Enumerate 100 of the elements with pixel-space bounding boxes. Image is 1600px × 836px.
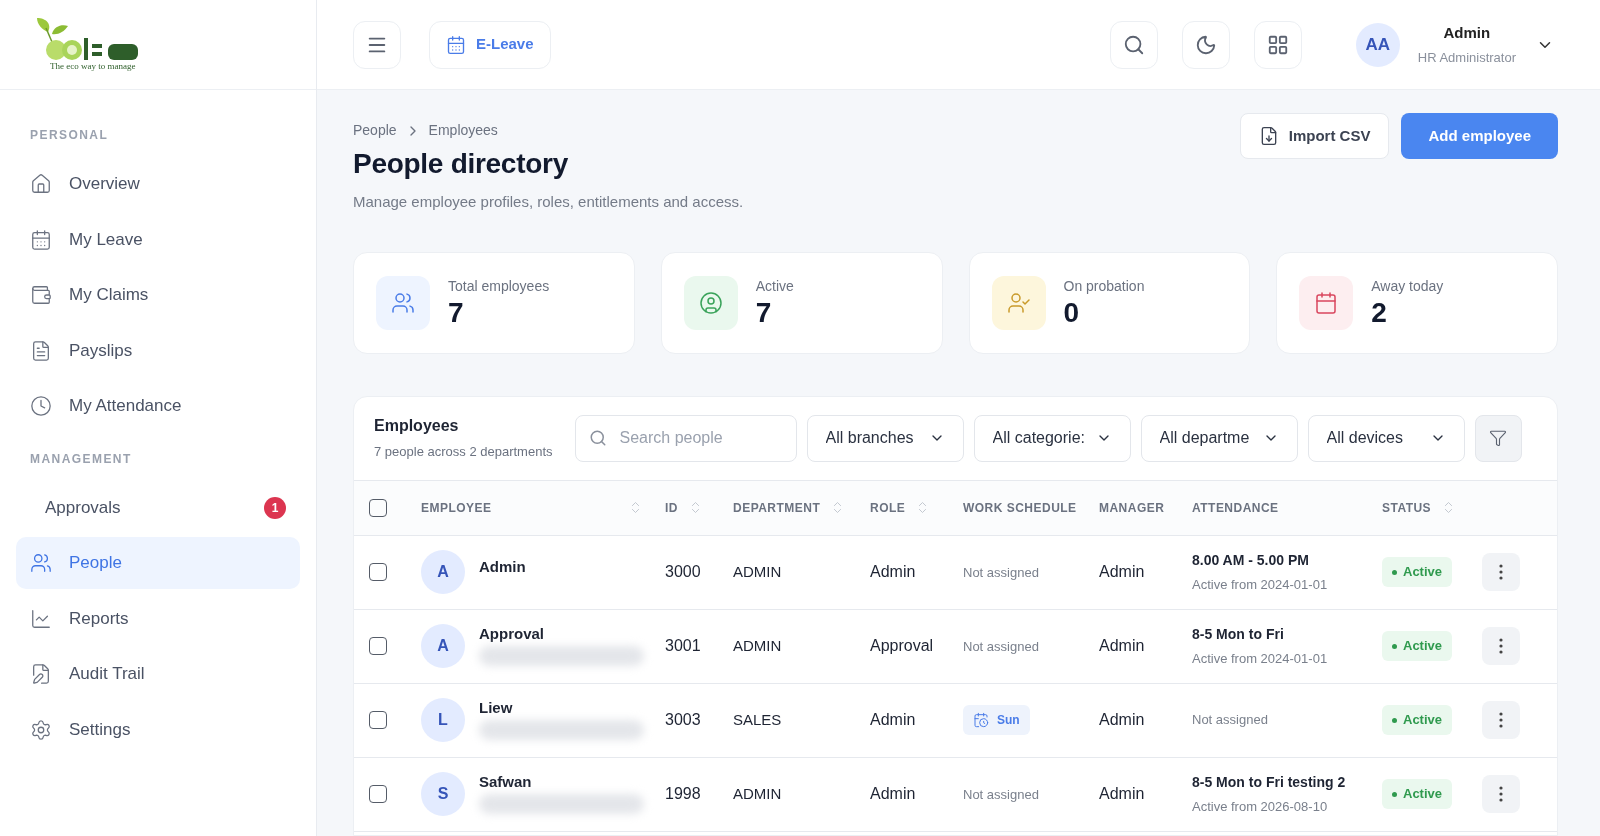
- page-subtitle: Manage employee profiles, roles, entitlements and access.: [353, 192, 745, 212]
- calendar-clock-icon: [973, 712, 989, 728]
- employee-avatar: S: [421, 772, 465, 816]
- column-header[interactable]: ROLE: [870, 498, 931, 517]
- attendance-schedule: 8.00 AM - 5.00 PM: [1192, 550, 1310, 570]
- employee-name[interactable]: Liew: [479, 697, 513, 720]
- select-all-checkbox[interactable]: [369, 498, 387, 517]
- stat-value: 7: [755, 297, 773, 329]
- settings-icon: [30, 718, 52, 741]
- table-cell-text: SALES: [733, 709, 783, 730]
- stat-label: Total employees: [448, 277, 550, 296]
- filter-icon: [1489, 429, 1507, 447]
- filter-dropdown[interactable]: All departme: [1140, 414, 1298, 462]
- status-tag: Active: [1382, 705, 1453, 735]
- table-cell-text: Admin: [870, 784, 917, 804]
- table-cell-text: Admin: [1099, 710, 1146, 730]
- more-icon: [1499, 564, 1503, 580]
- edit-document-icon: [30, 663, 52, 685]
- employee-name[interactable]: Safwan: [479, 771, 532, 794]
- document-icon: [30, 339, 52, 362]
- import-csv-button[interactable]: Import CSV: [1239, 113, 1390, 159]
- column-header: MANAGER: [1099, 499, 1165, 517]
- stat-label: Away today: [1371, 277, 1444, 296]
- stat-value: 2: [1371, 297, 1388, 329]
- employee-avatar: A: [421, 550, 465, 594]
- people-icon: [30, 552, 52, 574]
- employee-name[interactable]: Approval: [479, 623, 544, 646]
- attendance-schedule: 8-5 Mon to Fri testing 2: [1192, 772, 1347, 792]
- column-header[interactable]: STATUS: [1382, 498, 1457, 517]
- table-cell-text: Admin: [870, 562, 917, 582]
- wallet-icon: [30, 284, 52, 306]
- row-checkbox[interactable]: [369, 711, 387, 729]
- line-chart-icon: [30, 607, 52, 630]
- calendar-icon: [1299, 275, 1354, 330]
- attendance-schedule: 8-5 Mon to Fri: [1192, 624, 1285, 644]
- add-employee-button[interactable]: Add employee: [1401, 113, 1558, 159]
- column-header[interactable]: DEPARTMENT: [733, 498, 846, 517]
- table-cell-text: ADMIN: [733, 635, 783, 656]
- status-tag: Active: [1382, 557, 1453, 587]
- filter-dropdown[interactable]: All branches: [806, 414, 964, 462]
- employee-name[interactable]: Admin: [479, 556, 526, 579]
- table-cell-text: 1998: [665, 784, 702, 804]
- attendance-date: Active from 2024-01-01: [1192, 649, 1329, 668]
- sidebar-item[interactable]: My Leave: [16, 213, 300, 266]
- dark-mode-button[interactable]: [1181, 20, 1230, 69]
- table-cell-text: Admin: [1099, 636, 1146, 656]
- user-icon: [683, 275, 738, 330]
- calendar-icon: [446, 34, 466, 55]
- column-header[interactable]: EMPLOYEE: [421, 498, 643, 517]
- sidebar-item[interactable]: Approvals 1: [16, 481, 300, 534]
- column-header[interactable]: ID: [665, 498, 703, 517]
- status-tag: Active: [1382, 779, 1453, 809]
- more-icon: [1499, 712, 1503, 728]
- home-icon: [30, 173, 52, 195]
- sidebar-item[interactable]: Overview: [16, 158, 300, 210]
- sidebar-item[interactable]: My Attendance: [16, 380, 300, 432]
- search-icon: [1122, 33, 1145, 56]
- sidebar-item[interactable]: Payslips: [16, 324, 300, 377]
- table-cell-text: 3001: [665, 636, 702, 656]
- column-header: WORK SCHEDULE: [963, 499, 1077, 517]
- menu-button[interactable]: [353, 20, 401, 69]
- sidebar-item[interactable]: People: [16, 537, 300, 589]
- moon-icon: [1194, 33, 1217, 56]
- table-cell-text: ADMIN: [733, 561, 783, 582]
- sidebar-item[interactable]: Settings: [16, 703, 300, 756]
- people-icon: [376, 275, 430, 330]
- row-checkbox[interactable]: [369, 637, 387, 655]
- user-check-icon: [991, 275, 1046, 330]
- table-cell: Not assigned: [963, 787, 1039, 802]
- attendance-date: Active from 2026-08-10: [1192, 797, 1329, 816]
- search-icon: [588, 428, 607, 447]
- apps-button[interactable]: [1253, 20, 1302, 69]
- table-cell-text: Approval: [870, 636, 935, 656]
- page-title: People directory: [353, 147, 569, 181]
- user-avatar: AA: [1355, 22, 1400, 67]
- sidebar-item[interactable]: Reports: [16, 592, 300, 645]
- table-cell-text: Admin: [1099, 562, 1146, 582]
- filter-dropdown[interactable]: All categorie:: [973, 414, 1131, 462]
- search-button[interactable]: [1109, 20, 1158, 69]
- search-field[interactable]: Search people: [574, 414, 797, 462]
- app-button[interactable]: E-Leave: [429, 20, 551, 69]
- filter-dropdown[interactable]: All devices: [1307, 414, 1465, 462]
- row-checkbox[interactable]: [369, 563, 387, 581]
- stat-value: 7: [448, 297, 465, 329]
- filter-button[interactable]: [1474, 414, 1522, 462]
- more-icon: [1499, 638, 1503, 654]
- breadcrumb-link[interactable]: People: [353, 120, 397, 141]
- sidebar-item[interactable]: My Claims: [16, 269, 300, 321]
- table-cell: Not assigned: [963, 565, 1039, 580]
- section-heading: PERSONAL: [29, 127, 110, 144]
- user-name: Admin: [1443, 22, 1491, 43]
- row-checkbox[interactable]: [369, 785, 387, 803]
- table-cell-text: 3003: [665, 710, 702, 730]
- clock-icon: [30, 395, 52, 417]
- sidebar-item[interactable]: Audit Trail: [16, 648, 300, 700]
- employee-avatar: A: [421, 624, 465, 668]
- table-cell-text: 3000: [665, 562, 702, 582]
- column-header: ATTENDANCE: [1192, 499, 1279, 517]
- count-badge: 1: [264, 496, 286, 519]
- table-cell-text: ADMIN: [733, 783, 783, 804]
